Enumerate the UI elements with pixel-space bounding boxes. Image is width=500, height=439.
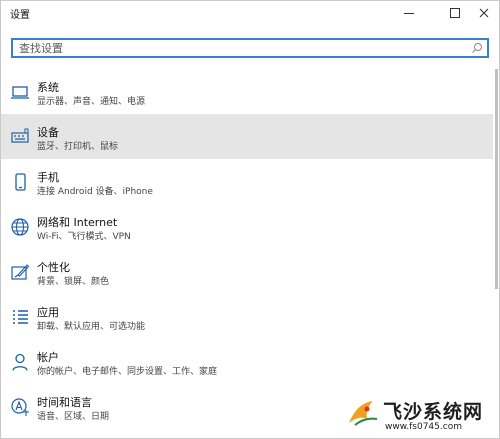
- category-label: 设备: [37, 126, 59, 139]
- time-language-icon: [10, 397, 30, 417]
- close-button[interactable]: [469, 1, 499, 25]
- settings-window: 设置 系统 显示器、声音、通知、电源: [0, 0, 500, 439]
- paint-icon: [10, 262, 30, 282]
- title-bar: 设置: [1, 1, 499, 25]
- category-apps[interactable]: 应用 卸载、默认应用、可选功能: [1, 294, 493, 339]
- category-label: 时间和语言: [37, 396, 92, 409]
- category-personalization[interactable]: 个性化 背景、锁屏、颜色: [1, 249, 493, 294]
- settings-category-list: 系统 显示器、声音、通知、电源 设备 蓝牙、打印机、鼠标 手机 连接 Andro…: [1, 69, 493, 429]
- category-label: 网络和 Internet: [37, 216, 118, 229]
- category-label: 个性化: [37, 261, 70, 274]
- category-label: 系统: [37, 81, 59, 94]
- search-icon[interactable]: [471, 42, 483, 54]
- category-description: 卸载、默认应用、可选功能: [37, 322, 146, 332]
- category-accounts[interactable]: 帐户 你的帐户、电子邮件、同步设置、工作、家庭: [1, 339, 493, 384]
- category-description: 蓝牙、打印机、鼠标: [37, 142, 119, 152]
- search-input[interactable]: [19, 41, 459, 55]
- category-phone[interactable]: 手机 连接 Android 设备、iPhone: [1, 159, 493, 204]
- apps-list-icon: [10, 307, 30, 327]
- keyboard-icon: [10, 127, 30, 147]
- scrollbar[interactable]: [493, 69, 499, 429]
- watermark-title: 飞沙系统网: [383, 401, 484, 423]
- category-devices[interactable]: 设备 蓝牙、打印机、鼠标: [1, 114, 493, 159]
- watermark-logo-icon: [349, 401, 378, 426]
- category-label: 手机: [37, 171, 59, 184]
- phone-icon: [10, 172, 30, 192]
- scrollbar-thumb[interactable]: [495, 69, 498, 289]
- category-description: 你的帐户、电子邮件、同步设置、工作、家庭: [37, 367, 218, 377]
- site-watermark: 飞沙系统网 www.fs0745.com: [345, 395, 495, 437]
- watermark-url: www.fs0745.com: [385, 422, 462, 432]
- close-icon: [479, 8, 489, 18]
- maximize-button[interactable]: [437, 1, 473, 25]
- category-description: Wi-Fi、飞行模式、VPN: [37, 232, 131, 242]
- globe-icon: [10, 217, 30, 237]
- category-description: 显示器、声音、通知、电源: [37, 97, 146, 107]
- maximize-icon: [450, 8, 460, 18]
- window-title: 设置: [10, 10, 30, 21]
- minimize-icon: [404, 12, 414, 14]
- person-icon: [10, 352, 30, 372]
- category-description: 连接 Android 设备、iPhone: [37, 187, 153, 197]
- category-label: 应用: [37, 306, 59, 319]
- minimize-button[interactable]: [391, 1, 427, 25]
- category-label: 帐户: [37, 351, 59, 364]
- category-system[interactable]: 系统 显示器、声音、通知、电源: [1, 69, 493, 114]
- category-network[interactable]: 网络和 Internet Wi-Fi、飞行模式、VPN: [1, 204, 493, 249]
- category-description: 语音、区域、日期: [37, 412, 110, 422]
- search-box[interactable]: [11, 38, 489, 58]
- category-description: 背景、锁屏、颜色: [37, 277, 110, 287]
- laptop-icon: [10, 82, 30, 102]
